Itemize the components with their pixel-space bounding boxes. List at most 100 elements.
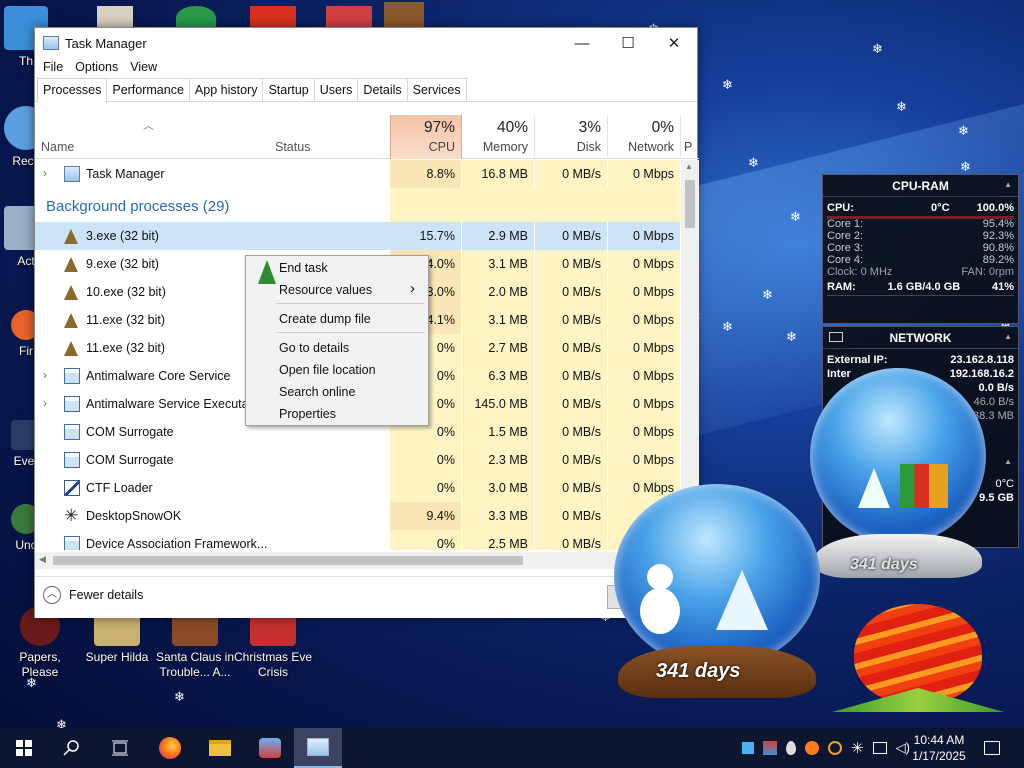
tree-icon — [64, 313, 78, 328]
menu-search-online[interactable]: Search online — [279, 385, 355, 399]
collapse-icon[interactable]: ▲ — [1004, 332, 1012, 341]
tray-network-icon[interactable] — [872, 742, 887, 754]
external-ip-value: 23.162.8.118 — [950, 354, 1014, 366]
clock-date: 1/17/2025 — [912, 749, 966, 763]
task-view-button[interactable] — [96, 728, 144, 768]
cell-memory: 2.9 MB — [462, 222, 535, 250]
column-name[interactable]: Name — [41, 140, 74, 154]
table-row[interactable]: COM Surrogate 0% 2.3 MB 0 MB/s 0 Mbps — [35, 446, 681, 474]
process-name: Antimalware Service Executable — [86, 397, 266, 411]
tray-search-icon[interactable] — [828, 741, 842, 755]
menu-options[interactable]: Options — [69, 58, 124, 78]
cell-memory: 2.5 MB — [462, 530, 535, 550]
cell-disk: 0 MB/s — [535, 306, 608, 334]
table-row[interactable]: Device Association Framework... 0% 2.5 MB 0… — [35, 530, 681, 550]
column-memory[interactable]: 40% Memory — [462, 115, 535, 159]
column-network[interactable]: 0% Network — [608, 115, 681, 159]
ctf-loader-icon — [64, 480, 80, 496]
system-tray: ✳ ◁) — [742, 728, 910, 768]
fewer-details-icon[interactable]: ︿ — [43, 586, 61, 604]
snowflake-icon: ❄ — [896, 99, 907, 114]
action-center-button[interactable] — [970, 728, 1014, 768]
table-row[interactable]: CTF Loader 0% 3.0 MB 0 MB/s 0 Mbps — [35, 474, 681, 502]
cpu-ram-gadget[interactable]: CPU-RAM ▲ CPU: 0°C 100.0% Core 1: 95.4% C… — [822, 174, 1019, 324]
snow-globe-left[interactable]: 341 days — [612, 484, 826, 704]
scroll-left-icon[interactable]: ◀ — [39, 554, 46, 565]
scroll-up-icon[interactable]: ▲ — [685, 162, 693, 171]
memory-total: 40% — [496, 119, 528, 136]
fewer-details-link[interactable]: Fewer details — [69, 588, 143, 602]
column-status[interactable]: Status — [275, 140, 310, 154]
title-bar[interactable]: Task Manager — ☐ ✕ — [35, 28, 697, 58]
menu-end-task[interactable]: End task — [279, 261, 328, 275]
menu-resource-values[interactable]: Resource values — [279, 283, 372, 297]
taskbar: ✳ ◁) 10:44 AM 1/17/2025 — [0, 728, 1024, 768]
menu-properties[interactable]: Properties — [279, 407, 336, 421]
tab-app-history[interactable]: App history — [188, 78, 264, 102]
tab-details[interactable]: Details — [357, 78, 408, 102]
vertical-scroll-thumb[interactable] — [685, 180, 695, 228]
menu-view[interactable]: View — [124, 58, 163, 78]
cell-network: 0 Mbps — [608, 250, 681, 278]
snowflake-icon: ❄ — [872, 41, 883, 56]
desktop-icon-top-5[interactable] — [384, 2, 424, 28]
submenu-arrow-icon: › — [410, 280, 415, 297]
taskbar-file-explorer[interactable] — [196, 728, 244, 768]
horizontal-scroll-thumb[interactable] — [53, 556, 523, 565]
column-cpu[interactable]: 97% CPU — [390, 115, 462, 159]
minimize-button[interactable]: — — [559, 28, 605, 58]
taskbar-app[interactable] — [246, 728, 294, 768]
column-power[interactable]: P — [681, 115, 699, 159]
tray-app-icon[interactable] — [742, 742, 754, 754]
tray-firefox-icon[interactable] — [805, 741, 819, 755]
expand-chevron-icon[interactable]: › — [43, 166, 47, 180]
menu-create-dump-file[interactable]: Create dump file — [279, 312, 371, 326]
table-row[interactable]: ✳DesktopSnowOK9.4%3.3 MB0 MB/s0 — [35, 502, 681, 530]
column-disk[interactable]: 3% Disk — [535, 115, 608, 159]
taskbar-firefox[interactable] — [146, 728, 194, 768]
search-button[interactable] — [48, 728, 96, 768]
snowflake-icon: ❄ — [722, 319, 733, 334]
taskbar-clock[interactable]: 10:44 AM 1/17/2025 — [906, 732, 972, 764]
core-2-label: Core 2: — [827, 230, 864, 242]
tab-startup[interactable]: Startup — [262, 78, 315, 102]
tab-processes[interactable]: Processes — [37, 78, 108, 103]
start-button[interactable] — [0, 728, 48, 768]
menu-file[interactable]: File — [37, 58, 69, 78]
tray-snowflake-icon[interactable]: ✳ — [851, 739, 864, 757]
tab-services[interactable]: Services — [406, 78, 467, 102]
table-row[interactable]: › Task Manager 8.8% 16.8 MB 0 MB/s 0 Mbps — [35, 160, 681, 188]
ram-percent: 41% — [991, 281, 1014, 293]
network-total: 0% — [651, 119, 674, 136]
snowflake-icon: ❄ — [958, 123, 969, 138]
expand-chevron-icon[interactable]: › — [43, 368, 47, 382]
cell-disk: 0 MB/s — [535, 530, 608, 550]
menu-go-to-details[interactable]: Go to details — [279, 341, 349, 355]
cell-network: 0 Mbps — [608, 390, 681, 418]
cpu-temp: 0°C — [931, 202, 950, 214]
taskbar-task-manager[interactable] — [294, 728, 342, 768]
cpu-label: CPU — [428, 140, 455, 154]
drive-section-collapse-icon[interactable]: ▲ — [1004, 457, 1012, 466]
process-name: CTF Loader — [86, 481, 153, 495]
process-name: Antimalware Core Service — [86, 369, 231, 383]
collapse-icon[interactable]: ▲ — [1004, 180, 1012, 189]
tray-drop-icon[interactable] — [786, 741, 796, 755]
tray-gadget-icon[interactable] — [763, 741, 777, 755]
cell-memory: 2.0 MB — [462, 278, 535, 306]
menu-separator — [276, 332, 424, 333]
maximize-button[interactable]: ☐ — [605, 28, 651, 58]
menu-open-file-location[interactable]: Open file location — [279, 363, 376, 377]
cell-cpu: 8.8% — [390, 160, 462, 188]
table-row[interactable]: 3.exe (32 bit) 15.7% 2.9 MB 0 MB/s 0 Mbps — [35, 222, 681, 250]
snowflake-icon: ❄ — [174, 689, 185, 704]
tab-users[interactable]: Users — [313, 78, 359, 102]
firefox-icon — [159, 737, 181, 759]
close-button[interactable]: ✕ — [651, 28, 697, 58]
tab-performance[interactable]: Performance — [106, 78, 190, 102]
expand-chevron-icon[interactable]: › — [43, 396, 47, 410]
core-4-label: Core 4: — [827, 254, 864, 266]
process-name: 10.exe (32 bit) — [86, 285, 166, 299]
horizontal-scrollbar[interactable]: ◀ — [35, 552, 681, 569]
snow-globe-right[interactable]: 341 days — [808, 368, 988, 588]
